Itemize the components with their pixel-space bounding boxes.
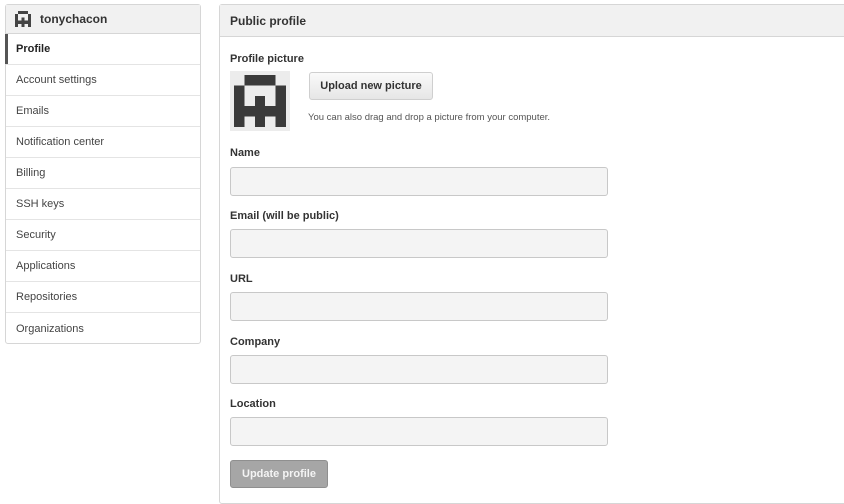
settings-sidebar: tonychacon Profile Account settings Emai…	[5, 4, 201, 344]
profile-picture-label: Profile picture	[230, 53, 304, 65]
sidebar-item-emails[interactable]: Emails	[6, 96, 200, 127]
url-input[interactable]	[230, 292, 608, 321]
sidebar-item-billing[interactable]: Billing	[6, 158, 200, 189]
upload-picture-button[interactable]: Upload new picture	[309, 72, 433, 100]
sidebar-header: tonychacon	[6, 5, 200, 34]
email-label: Email (will be public)	[230, 210, 339, 222]
sidebar-item-account-settings[interactable]: Account settings	[6, 65, 200, 96]
avatar	[230, 71, 290, 131]
company-input[interactable]	[230, 355, 608, 384]
upload-hint: You can also drag and drop a picture fro…	[308, 112, 551, 123]
page-title: Public profile	[220, 5, 844, 37]
name-label: Name	[230, 147, 260, 159]
location-input[interactable]	[230, 417, 608, 446]
sidebar-item-profile[interactable]: Profile	[5, 34, 200, 65]
public-profile-panel: Public profile Profile picture Upload ne…	[219, 4, 844, 504]
sidebar-item-repositories[interactable]: Repositories	[6, 282, 200, 313]
sidebar-username: tonychacon	[40, 12, 108, 26]
identicon-icon	[15, 11, 31, 27]
company-label: Company	[230, 336, 281, 348]
sidebar-item-organizations[interactable]: Organizations	[6, 313, 200, 344]
url-label: URL	[230, 273, 253, 285]
identicon-large-icon	[234, 75, 286, 127]
sidebar-item-applications[interactable]: Applications	[6, 251, 200, 282]
sidebar-item-notification-center[interactable]: Notification center	[6, 127, 200, 158]
sidebar-item-ssh-keys[interactable]: SSH keys	[6, 189, 200, 220]
name-input[interactable]	[230, 167, 608, 196]
email-input[interactable]	[230, 229, 608, 258]
update-profile-button[interactable]: Update profile	[230, 460, 328, 488]
location-label: Location	[230, 398, 276, 410]
sidebar-item-security[interactable]: Security	[6, 220, 200, 251]
